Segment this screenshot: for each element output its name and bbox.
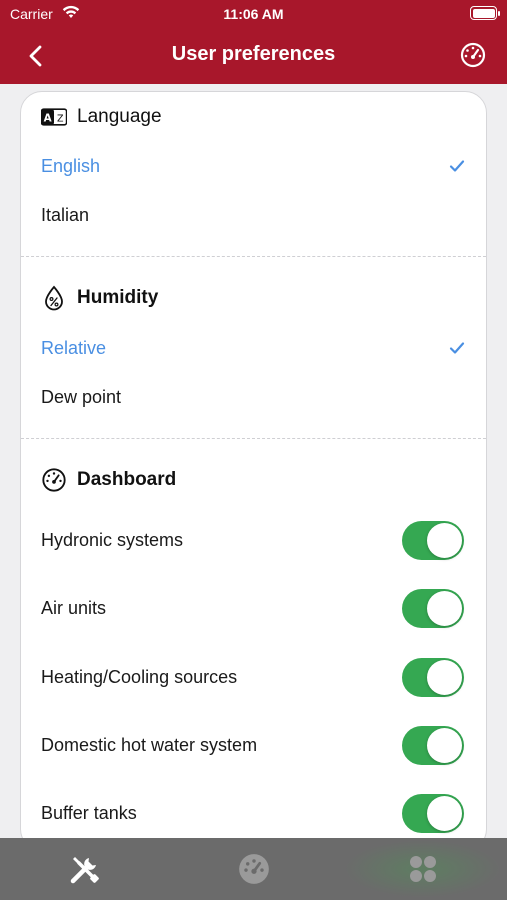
toggle-row-hydronic-systems: Hydronic systems <box>41 520 464 560</box>
checkmark-icon <box>449 342 465 354</box>
toggle-label: Hydronic systems <box>41 529 184 550</box>
svg-text:A: A <box>44 112 52 124</box>
dashboard-title: Dashboard <box>77 469 177 490</box>
humidity-title: Humidity <box>77 287 159 308</box>
tab-apps[interactable] <box>338 838 507 900</box>
heating-cooling-sources-toggle[interactable] <box>402 657 464 697</box>
option-label: Dew point <box>41 386 122 407</box>
grid-icon <box>409 856 436 882</box>
domestic-hot-water-toggle[interactable] <box>402 725 464 765</box>
svg-text:Z: Z <box>57 113 64 124</box>
toggle-label: Buffer tanks <box>41 802 137 823</box>
tools-icon <box>70 857 99 884</box>
language-section-header: A Z Language <box>41 104 162 130</box>
language-option-italian[interactable]: Italian <box>41 200 466 230</box>
tab-dashboard[interactable] <box>169 838 338 900</box>
preferences-card: A Z Language English Italian Humidity Re… <box>20 91 487 851</box>
option-label: Italian <box>41 204 90 225</box>
battery-icon <box>470 6 500 20</box>
humidity-drop-icon <box>41 285 67 311</box>
section-divider <box>21 256 486 257</box>
toggle-row-heating-cooling-sources: Heating/Cooling sources <box>41 657 464 697</box>
dashboard-gauge-button[interactable] <box>459 41 487 69</box>
toggle-row-buffer-tanks: Buffer tanks <box>41 793 464 833</box>
section-divider <box>21 438 486 439</box>
toggle-label: Domestic hot water system <box>41 734 258 755</box>
gauge-icon <box>41 467 67 493</box>
option-label: English <box>41 155 101 176</box>
humidity-section-header: Humidity <box>41 285 158 311</box>
checkmark-icon <box>449 160 465 172</box>
air-units-toggle[interactable] <box>402 588 464 628</box>
language-option-english[interactable]: English <box>41 151 466 181</box>
top-bar: Carrier 11:06 AM User preferences <box>0 0 507 84</box>
humidity-option-dew-point[interactable]: Dew point <box>41 382 466 412</box>
language-title: Language <box>77 106 162 127</box>
status-time: 11:06 AM <box>223 6 284 22</box>
language-icon: A Z <box>41 104 67 130</box>
dashboard-section-header: Dashboard <box>41 467 176 493</box>
hydronic-systems-toggle[interactable] <box>402 520 464 560</box>
buffer-tanks-toggle[interactable] <box>402 793 464 833</box>
toggle-label: Heating/Cooling sources <box>41 666 238 687</box>
toggle-label: Air units <box>41 597 107 618</box>
option-label: Relative <box>41 337 107 358</box>
humidity-option-relative[interactable]: Relative <box>41 333 466 363</box>
toggle-row-domestic-hot-water: Domestic hot water system <box>41 725 464 765</box>
toggle-row-air-units: Air units <box>41 588 464 628</box>
gauge-icon <box>238 854 269 884</box>
tab-bar <box>0 838 507 900</box>
tab-settings[interactable] <box>0 838 169 900</box>
status-bar: Carrier 11:06 AM <box>0 0 507 28</box>
page-title: User preferences <box>171 43 336 65</box>
nav-bar: User preferences <box>0 28 507 84</box>
